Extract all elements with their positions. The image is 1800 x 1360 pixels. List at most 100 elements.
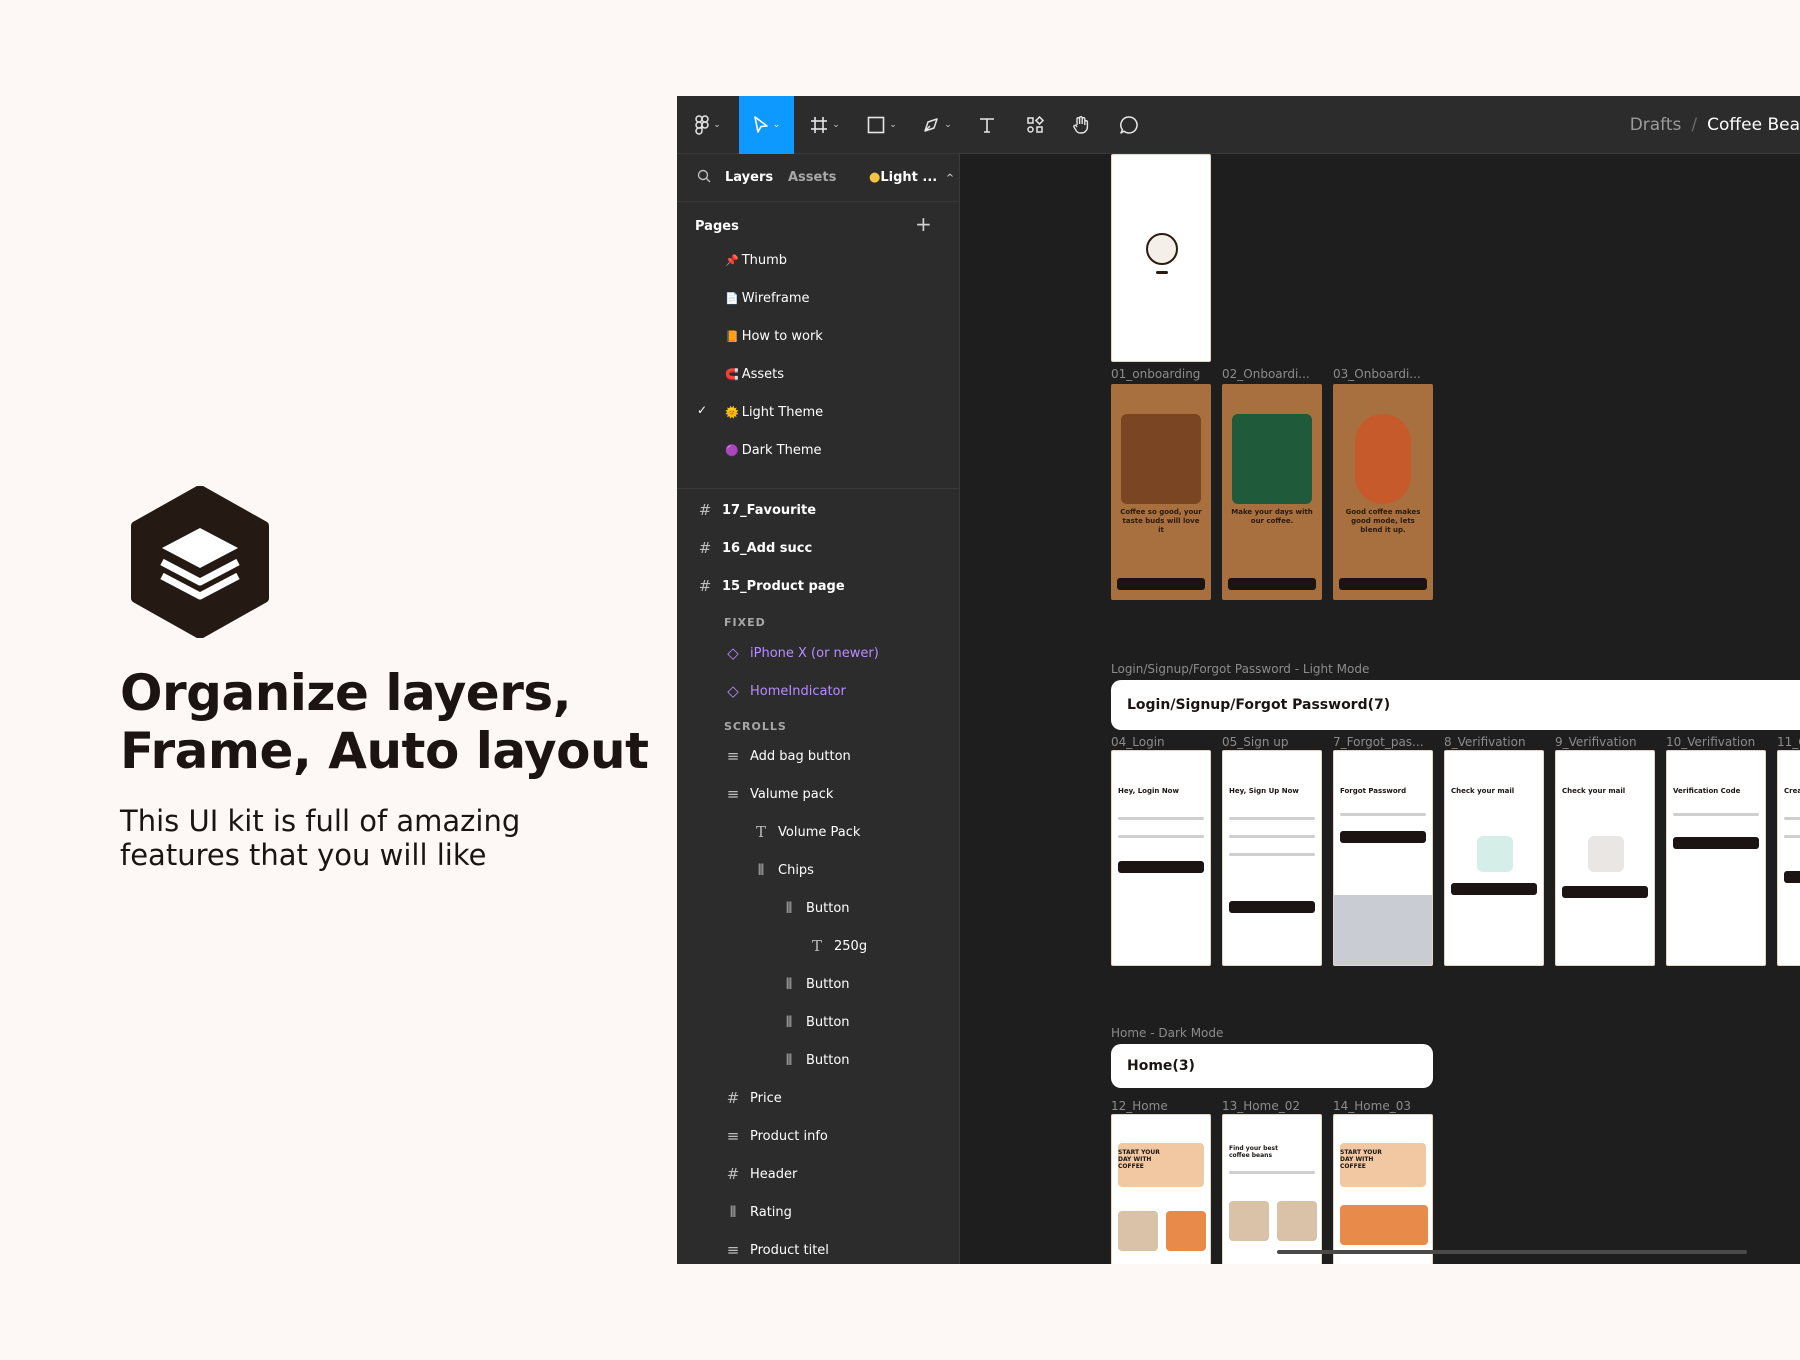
verify-button (1673, 837, 1759, 849)
text-tool-icon[interactable] (967, 96, 1007, 154)
scrollbar-thumb[interactable] (1277, 1250, 1747, 1254)
auto-layout-horizontal-icon: ⫴ (785, 975, 793, 993)
auto-layout-horizontal-icon: ⫴ (785, 1013, 793, 1031)
layer-label: 16_Add succ (722, 540, 813, 556)
figma-menu-icon[interactable]: ⌄ (685, 96, 731, 154)
home-frame-14[interactable]: START YOUR DAY WITH COFFEE (1333, 1114, 1433, 1264)
frame-label: 02_Onboardi... (1222, 367, 1310, 381)
tab-assets[interactable]: Assets (788, 170, 836, 185)
screen-heading: Create (1784, 787, 1800, 795)
sun-icon: 🌞 (725, 405, 739, 419)
promo-text: START YOUR DAY WITH COFFEE (1118, 1149, 1160, 1170)
layer-label: Price (750, 1090, 782, 1106)
layer-item-header[interactable]: # Header (725, 1162, 798, 1186)
page-item-label: How to work (741, 328, 823, 344)
get-started-button (1339, 578, 1427, 590)
frame-tool-icon[interactable]: ⌄ (801, 96, 849, 154)
hand-tool-icon[interactable] (1059, 96, 1103, 154)
layer-item-button[interactable]: ⫴ Button (781, 972, 850, 996)
frame-icon: # (698, 577, 712, 595)
send-button (1340, 831, 1426, 843)
home-frame-12[interactable]: START YOUR DAY WITH COFFEE (1111, 1114, 1211, 1264)
layer-item-15-product-page[interactable]: #15_Product page (697, 574, 845, 598)
layer-item-button[interactable]: ⫴ Button (781, 1048, 850, 1072)
auto-layout-horizontal-icon: ⫴ (785, 899, 793, 917)
home-frame-13[interactable]: Find your best coffee beans (1222, 1114, 1322, 1264)
page-item-light-theme[interactable]: 🌞 Light Theme (725, 400, 823, 424)
page-switcher[interactable]: ●Light ... ^ (869, 170, 954, 185)
splash-frame[interactable] (1111, 154, 1211, 362)
coffee-blend-image (1355, 414, 1411, 504)
frame-icon: # (698, 539, 712, 557)
component-instance-icon: ◇ (727, 682, 739, 700)
panel-tabs: Layers Assets ●Light ... ^ (677, 154, 959, 202)
layer-item-iphone-x[interactable]: ◇ iPhone X (or newer) (725, 641, 879, 665)
login-frame[interactable]: Hey, Login Now (1111, 750, 1211, 966)
onboarding-frame-03[interactable]: Good coffee makes good mode, lets blend … (1333, 384, 1433, 600)
code-input-line (1673, 813, 1759, 816)
onboarding-frame-01[interactable]: Coffee so good, your taste buds will lov… (1111, 384, 1211, 600)
onboarding-frame-02[interactable]: Make your days with our coffee. (1222, 384, 1322, 600)
layer-item-home-indicator[interactable]: ◇ HomeIndicator (725, 679, 846, 703)
horizontal-scrollbar[interactable] (961, 1250, 1800, 1254)
screen-heading: Check your mail (1451, 787, 1515, 795)
frame-label: 03_Onboardi... (1333, 367, 1421, 381)
layer-item-button[interactable]: ⫴ Button (781, 1010, 850, 1034)
page-item-assets[interactable]: 🧲 Assets (725, 362, 784, 386)
frame-icon: # (726, 1089, 740, 1107)
layer-item-chips[interactable]: ⫴ Chips (753, 858, 814, 882)
layer-item-rating[interactable]: ⫴ Rating (725, 1200, 792, 1224)
breadcrumb-drafts[interactable]: Drafts (1630, 115, 1682, 135)
input-line (1229, 835, 1315, 838)
layer-item-add-bag-button[interactable]: ≡ Add bag button (725, 744, 851, 768)
section-label: Home - Dark Mode (1111, 1026, 1224, 1040)
layer-item-volume-pack-text[interactable]: T Volume Pack (753, 820, 860, 844)
layer-item-price[interactable]: # Price (725, 1086, 782, 1110)
section-header-login[interactable]: Login/Signup/Forgot Password(7) (1111, 680, 1800, 730)
product-card (1340, 1205, 1428, 1245)
search-icon[interactable] (697, 168, 711, 187)
layer-item-16-add-succ[interactable]: #16_Add succ (697, 536, 813, 560)
layer-item-valume-pack[interactable]: ≡ Valume pack (725, 782, 834, 806)
verification-frame-09[interactable]: Check your mail (1555, 750, 1655, 966)
input-line (1340, 813, 1426, 816)
create-password-frame[interactable]: Create (1777, 750, 1800, 966)
layer-item-product-info[interactable]: ≡ Product info (725, 1124, 828, 1148)
sun-icon: ● (869, 170, 881, 185)
breadcrumb-file-name[interactable]: Coffee Bea (1707, 115, 1800, 135)
layer-item-button[interactable]: ⫴ Button (781, 896, 850, 920)
section-header-home[interactable]: Home(3) (1111, 1044, 1433, 1088)
layer-label: Button (806, 1014, 850, 1030)
page-item-dark-theme[interactable]: 🟣 Dark Theme (725, 438, 822, 462)
move-tool-icon[interactable]: ⌄ (739, 96, 794, 154)
comment-icon[interactable] (1107, 96, 1151, 154)
layer-item-product-titel[interactable]: ≡ Product titel (725, 1238, 829, 1262)
input-line (1784, 817, 1800, 820)
pen-tool-icon[interactable]: ⌄ (913, 96, 961, 154)
breadcrumb-separator: / (1691, 115, 1698, 135)
layer-item-250g[interactable]: T 250g (809, 934, 867, 958)
page-item-label: Thumb (741, 252, 788, 268)
verification-frame-10[interactable]: Verification Code (1666, 750, 1766, 966)
page-item-wireframe[interactable]: 📄 Wireframe (725, 286, 810, 310)
add-page-button[interactable]: + (915, 212, 932, 236)
design-canvas[interactable]: 01_onboarding 02_Onboardi... 03_Onboardi… (961, 154, 1800, 1264)
forgot-password-frame[interactable]: Forgot Password (1333, 750, 1433, 966)
breadcrumb: Drafts / Coffee Bea (1630, 96, 1800, 154)
screen-heading: Hey, Sign Up Now (1229, 787, 1299, 795)
frame-icon: # (698, 501, 712, 519)
verification-frame-08[interactable]: Check your mail (1444, 750, 1544, 966)
tab-layers[interactable]: Layers (725, 170, 773, 185)
auto-layout-icon: ≡ (726, 1127, 740, 1145)
onboarding-text: Coffee so good, your taste buds will lov… (1120, 508, 1202, 534)
resources-icon[interactable] (1013, 96, 1057, 154)
layer-label: Rating (750, 1204, 792, 1220)
page-item-thumb[interactable]: 📌 Thumb (725, 248, 787, 272)
shape-tool-icon[interactable]: ⌄ (858, 96, 906, 154)
layer-label: Add bag button (750, 748, 851, 764)
page-item-how-to-work[interactable]: 📙 How to work (725, 324, 823, 348)
next-button (1228, 578, 1316, 590)
frame-label: 05_Sign up (1222, 735, 1289, 749)
layer-item-17-favourite[interactable]: #17_Favourite (697, 498, 816, 522)
signup-frame[interactable]: Hey, Sign Up Now (1222, 750, 1322, 966)
